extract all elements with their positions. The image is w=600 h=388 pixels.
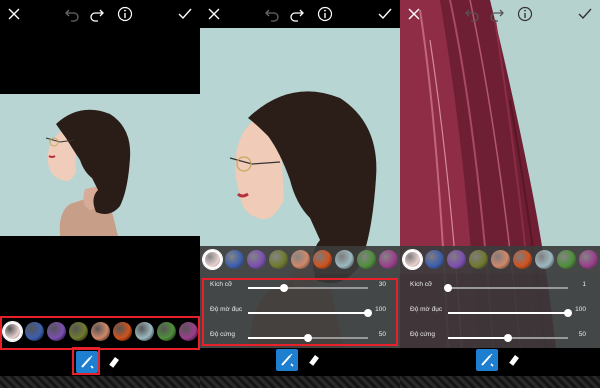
slider-value: 30 <box>378 281 386 288</box>
eraser-icon[interactable] <box>103 351 119 373</box>
slider-track[interactable] <box>448 334 568 342</box>
slider-track[interactable] <box>248 284 368 292</box>
swatch-blue[interactable] <box>25 322 44 341</box>
swatch-purple[interactable] <box>247 250 266 269</box>
brush-icon[interactable] <box>276 349 298 371</box>
top-toolbar <box>200 0 400 28</box>
slider-panel: Kích cỡ 30 Độ mờ đục 100 Độ cứng 50 <box>200 274 400 348</box>
swatch-silver[interactable] <box>535 250 554 269</box>
slider-label: Độ cứng <box>410 331 435 338</box>
swatch-orange[interactable] <box>113 322 132 341</box>
swatch-white[interactable] <box>203 250 222 269</box>
close-icon[interactable] <box>5 5 23 23</box>
check-icon[interactable] <box>576 5 594 23</box>
slider-knob[interactable] <box>304 334 312 342</box>
swatch-green[interactable] <box>157 322 176 341</box>
slider-track[interactable] <box>448 309 572 317</box>
eraser-icon[interactable] <box>503 349 519 371</box>
slider-track[interactable] <box>248 309 372 317</box>
swatch-magenta[interactable] <box>179 322 198 341</box>
swatch-magenta[interactable] <box>579 250 598 269</box>
color-swatch-row <box>0 318 200 346</box>
bottom-pattern <box>200 376 400 388</box>
swatch-peach[interactable] <box>491 250 510 269</box>
slider-fill <box>448 337 508 339</box>
slider-size: Kích cỡ 1 <box>400 277 600 297</box>
slider-knob[interactable] <box>444 284 452 292</box>
info-icon[interactable] <box>116 5 134 23</box>
swatch-purple[interactable] <box>447 250 466 269</box>
slider-fill <box>248 287 284 289</box>
slider-knob[interactable] <box>364 309 372 317</box>
swatch-green[interactable] <box>357 250 376 269</box>
slider-knob[interactable] <box>564 309 572 317</box>
swatch-peach[interactable] <box>91 322 110 341</box>
swatch-orange[interactable] <box>313 250 332 269</box>
slider-hardness: Độ cứng 50 <box>200 327 400 347</box>
undo-icon[interactable] <box>63 5 81 23</box>
undo-icon[interactable] <box>263 5 281 23</box>
slider-opacity: Độ mờ đục 100 <box>200 302 400 322</box>
swatch-purple[interactable] <box>47 322 66 341</box>
swatch-olive[interactable] <box>469 250 488 269</box>
photo[interactable] <box>0 94 200 236</box>
color-swatch-row <box>400 246 600 274</box>
swatch-green[interactable] <box>557 250 576 269</box>
redo-icon[interactable] <box>88 5 106 23</box>
redo-icon[interactable] <box>488 5 506 23</box>
redo-icon[interactable] <box>288 5 306 23</box>
slider-value: 100 <box>375 306 386 313</box>
check-icon[interactable] <box>176 5 194 23</box>
swatch-blue[interactable] <box>225 250 244 269</box>
swatch-silver[interactable] <box>335 250 354 269</box>
slider-value: 50 <box>578 331 586 338</box>
slider-track[interactable] <box>248 334 368 342</box>
close-icon[interactable] <box>405 5 423 23</box>
swatch-peach[interactable] <box>291 250 310 269</box>
undo-icon[interactable] <box>463 5 481 23</box>
slider-label: Độ mờ đục <box>410 306 443 313</box>
swatch-white[interactable] <box>3 322 22 341</box>
top-toolbar <box>0 0 200 28</box>
slider-knob[interactable] <box>504 334 512 342</box>
panel-1 <box>0 0 200 388</box>
swatch-orange[interactable] <box>513 250 532 269</box>
panel-2: Kích cỡ 30 Độ mờ đục 100 Độ cứng 50 <box>200 0 400 388</box>
slider-fill <box>248 312 368 314</box>
close-icon[interactable] <box>205 5 223 23</box>
slider-track[interactable] <box>444 284 568 292</box>
color-swatch-row <box>200 246 400 274</box>
slider-knob[interactable] <box>280 284 288 292</box>
slider-size: Kích cỡ 30 <box>200 277 400 297</box>
panel-3: Kích cỡ 1 Độ mờ đục 100 Độ cứng 50 <box>400 0 600 388</box>
swatch-magenta[interactable] <box>379 250 398 269</box>
bottom-pattern <box>0 376 200 388</box>
brush-icon[interactable] <box>76 351 98 373</box>
slider-fill <box>248 337 308 339</box>
slider-label: Độ cứng <box>210 331 235 338</box>
check-icon[interactable] <box>376 5 394 23</box>
eraser-icon[interactable] <box>303 349 319 371</box>
slider-label: Kích cỡ <box>410 281 433 288</box>
swatch-olive[interactable] <box>269 250 288 269</box>
info-icon[interactable] <box>316 5 334 23</box>
swatch-blue[interactable] <box>425 250 444 269</box>
slider-value: 100 <box>575 306 586 313</box>
info-icon[interactable] <box>516 5 534 23</box>
swatch-white[interactable] <box>403 250 422 269</box>
slider-panel: Kích cỡ 1 Độ mờ đục 100 Độ cứng 50 <box>400 274 600 348</box>
slider-opacity: Độ mờ đục 100 <box>400 302 600 322</box>
top-toolbar <box>400 0 600 28</box>
brush-icon[interactable] <box>476 349 498 371</box>
slider-label: Kích cỡ <box>210 281 233 288</box>
slider-label: Độ mờ đục <box>210 306 243 313</box>
slider-hardness: Độ cứng 50 <box>400 327 600 347</box>
swatch-olive[interactable] <box>69 322 88 341</box>
slider-value: 1 <box>582 281 586 288</box>
bottom-pattern <box>400 376 600 388</box>
slider-fill <box>448 312 568 314</box>
swatch-silver[interactable] <box>135 322 154 341</box>
slider-value: 50 <box>378 331 386 338</box>
